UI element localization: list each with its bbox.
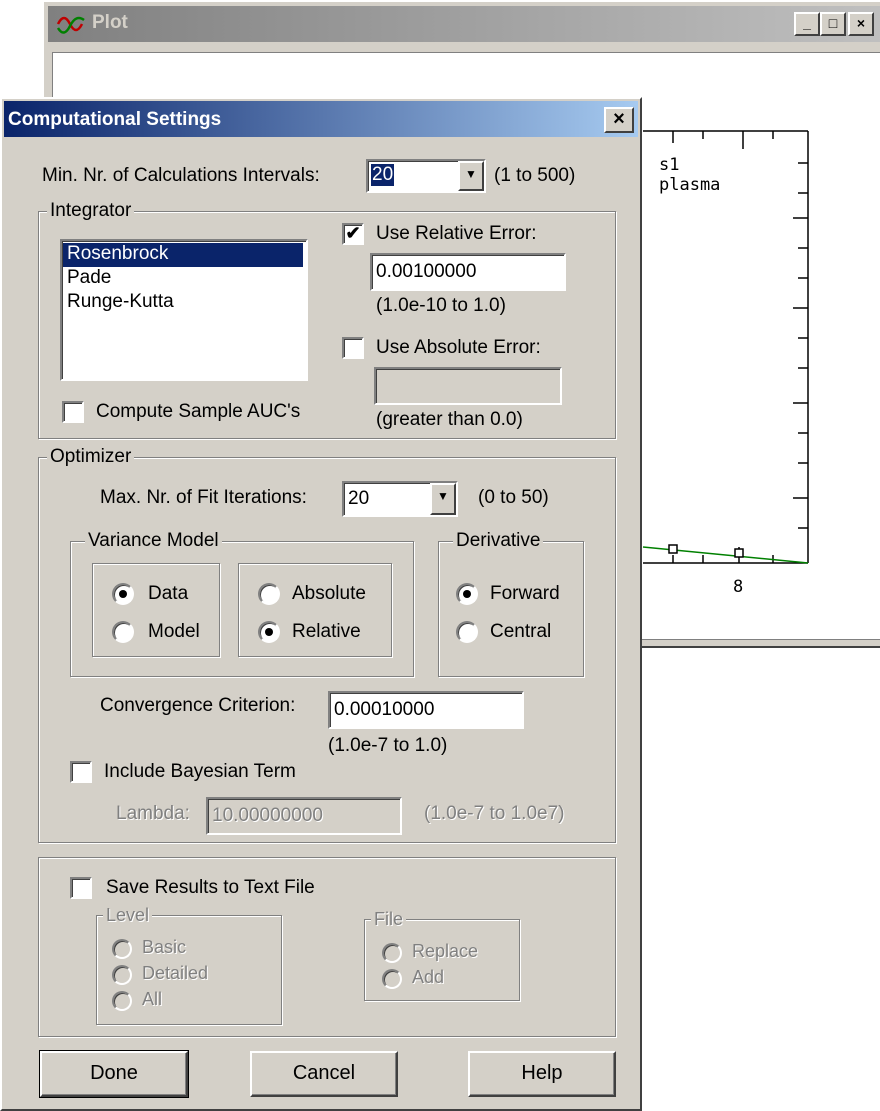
convergence-value: 0.00010000 xyxy=(334,699,435,720)
level-basic-radio[interactable] xyxy=(112,939,132,959)
dialog-title: Computational Settings xyxy=(8,109,222,130)
lambda-range: (1.0e-7 to 1.0e7) xyxy=(424,803,565,824)
relative-error-value: 0.00100000 xyxy=(376,261,477,282)
plot-window-title: Plot xyxy=(92,12,128,33)
plot-close-button[interactable]: × xyxy=(848,12,874,36)
done-button[interactable]: Done xyxy=(39,1050,189,1098)
integrator-option[interactable]: Pade xyxy=(67,267,111,289)
min-intervals-range: (1 to 500) xyxy=(494,165,576,186)
absolute-error-input[interactable] xyxy=(374,367,562,405)
max-iterations-value: 20 xyxy=(348,488,370,509)
lambda-value: 10.00000000 xyxy=(212,805,323,826)
minimize-button[interactable]: _ xyxy=(794,12,820,36)
variance-model-radio[interactable] xyxy=(112,621,134,643)
save-results-checkbox[interactable] xyxy=(70,877,92,899)
max-iterations-label: Max. Nr. of Fit Iterations: xyxy=(100,487,307,508)
file-replace-label: Replace xyxy=(412,941,479,961)
bayesian-label: Include Bayesian Term xyxy=(104,761,296,782)
use-relative-error-label: Use Relative Error: xyxy=(376,223,537,244)
derivative-forward-label: Forward xyxy=(490,583,560,604)
min-intervals-combobox[interactable]: 20 ▼ xyxy=(366,159,486,193)
min-intervals-value: 20 xyxy=(371,164,395,186)
absolute-error-range: (greater than 0.0) xyxy=(376,409,523,430)
level-group-label: Level xyxy=(103,905,153,926)
convergence-range: (1.0e-7 to 1.0) xyxy=(328,735,448,756)
dialog-close-button[interactable]: × xyxy=(604,107,634,133)
maximize-button[interactable]: □ xyxy=(820,12,846,36)
level-detailed-radio[interactable] xyxy=(112,965,132,985)
dialog-titlebar[interactable]: Computational Settings × xyxy=(4,101,638,137)
chevron-down-icon[interactable]: ▼ xyxy=(458,161,484,191)
x-axis-tick-label: 8 xyxy=(733,577,744,597)
data-point xyxy=(734,548,744,558)
convergence-input[interactable]: 0.00010000 xyxy=(328,691,524,729)
max-iterations-combobox[interactable]: 20 ▼ xyxy=(342,481,458,517)
use-absolute-error-checkbox[interactable] xyxy=(342,337,364,359)
file-add-label: Add xyxy=(412,967,445,987)
lambda-label: Lambda: xyxy=(116,803,190,824)
plot-titlebar[interactable]: Plot _ □ × xyxy=(48,6,880,42)
derivative-central-label: Central xyxy=(490,621,552,642)
use-relative-error-checkbox[interactable]: ✔ xyxy=(342,223,364,245)
derivative-group-label: Derivative xyxy=(453,530,544,552)
relative-error-range: (1.0e-10 to 1.0) xyxy=(376,295,506,316)
level-all-radio[interactable] xyxy=(112,991,132,1011)
bayesian-checkbox[interactable] xyxy=(70,761,92,783)
variance-absolute-label: Absolute xyxy=(292,583,366,604)
compute-auc-checkbox[interactable] xyxy=(62,401,84,423)
integrator-listbox[interactable]: Rosenbrock Pade Runge-Kutta xyxy=(60,239,308,381)
relative-error-input[interactable]: 0.00100000 xyxy=(370,253,566,291)
help-button[interactable]: Help xyxy=(468,1051,616,1097)
legend-compartment: plasma xyxy=(659,175,721,195)
plot-series-line xyxy=(642,546,809,564)
integrator-option[interactable]: Runge-Kutta xyxy=(67,291,174,313)
compute-auc-label: Compute Sample AUC's xyxy=(96,401,301,422)
integrator-group-label: Integrator xyxy=(47,200,135,222)
max-iterations-range: (0 to 50) xyxy=(478,487,549,508)
derivative-central-radio[interactable] xyxy=(456,621,478,643)
derivative-forward-radio[interactable] xyxy=(456,583,478,605)
file-add-radio[interactable] xyxy=(382,969,402,989)
save-results-label: Save Results to Text File xyxy=(106,877,315,898)
lambda-input[interactable]: 10.00000000 xyxy=(206,797,402,835)
cancel-button[interactable]: Cancel xyxy=(250,1051,398,1097)
min-intervals-label: Min. Nr. of Calculations Intervals: xyxy=(42,165,320,186)
file-replace-radio[interactable] xyxy=(382,943,402,963)
level-detailed-label: Detailed xyxy=(142,963,209,983)
use-absolute-error-label: Use Absolute Error: xyxy=(376,337,541,358)
level-all-label: All xyxy=(142,989,163,1009)
plot-app-icon xyxy=(56,16,85,34)
computational-settings-dialog: Computational Settings × Min. Nr. of Cal… xyxy=(0,97,642,1111)
variance-data-label: Data xyxy=(148,583,189,604)
derivative-group: Derivative xyxy=(438,530,584,677)
optimizer-group-label: Optimizer xyxy=(47,446,135,468)
variance-model-label: Variance Model xyxy=(85,530,222,552)
variance-model-option-label: Model xyxy=(148,621,200,642)
variance-relative-label: Relative xyxy=(292,621,361,642)
data-point xyxy=(668,544,678,554)
level-basic-label: Basic xyxy=(142,937,187,957)
variance-absolute-radio[interactable] xyxy=(258,583,280,605)
convergence-label: Convergence Criterion: xyxy=(100,695,296,716)
variance-relative-radio[interactable] xyxy=(258,621,280,643)
file-group-label: File xyxy=(371,909,407,930)
chevron-down-icon[interactable]: ▼ xyxy=(430,483,456,515)
legend-series-name: s1 xyxy=(659,155,680,175)
integrator-option[interactable]: Rosenbrock xyxy=(63,243,303,267)
variance-data-radio[interactable] xyxy=(112,583,134,605)
